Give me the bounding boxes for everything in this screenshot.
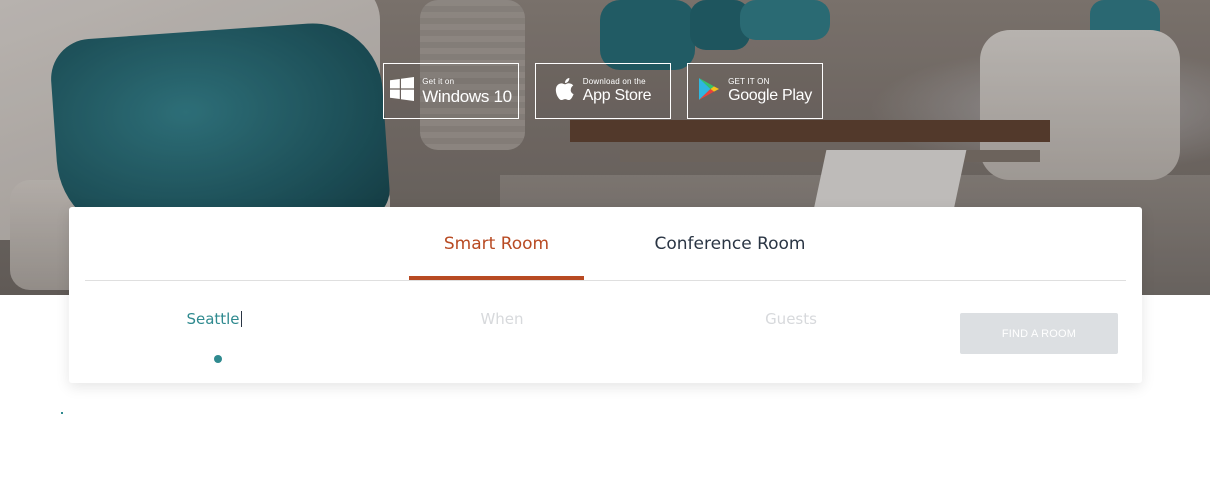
tab-conference-room[interactable]: Conference Room — [625, 207, 835, 280]
tab-smart-room[interactable]: Smart Room — [409, 207, 584, 280]
room-search-card: Smart Room Conference Room Seattle When … — [69, 207, 1142, 383]
room-type-tabs: Smart Room Conference Room — [85, 207, 1126, 281]
google-play-icon — [698, 77, 720, 105]
badge-big-text: Google Play — [728, 87, 812, 104]
app-store-badges: Get it on Windows 10 Download on the App… — [383, 63, 823, 119]
badge-small-text: Download on the — [582, 77, 646, 86]
google-play-badge[interactable]: GET IT ON Google Play — [687, 63, 823, 119]
badge-small-text: Get it on — [422, 76, 455, 86]
guests-input[interactable]: Guests — [739, 310, 843, 328]
decorative-dot — [61, 412, 63, 414]
badge-small-text: GET IT ON — [728, 77, 770, 86]
location-input[interactable]: Seattle — [159, 310, 269, 328]
windows-store-badge[interactable]: Get it on Windows 10 — [383, 63, 519, 119]
find-room-button[interactable]: FIND A ROOM — [960, 313, 1118, 354]
badge-big-text: Windows 10 — [422, 86, 512, 106]
badge-big-text: App Store — [582, 87, 652, 104]
apple-icon — [555, 78, 575, 104]
app-store-badge[interactable]: Download on the App Store — [535, 63, 671, 119]
location-indicator-dot — [214, 355, 222, 363]
search-fields: Seattle When Guests FIND A ROOM — [69, 281, 1142, 383]
windows-icon — [390, 77, 415, 105]
location-value: Seattle — [186, 310, 240, 328]
text-caret — [240, 311, 242, 327]
when-input[interactable]: When — [449, 310, 555, 328]
